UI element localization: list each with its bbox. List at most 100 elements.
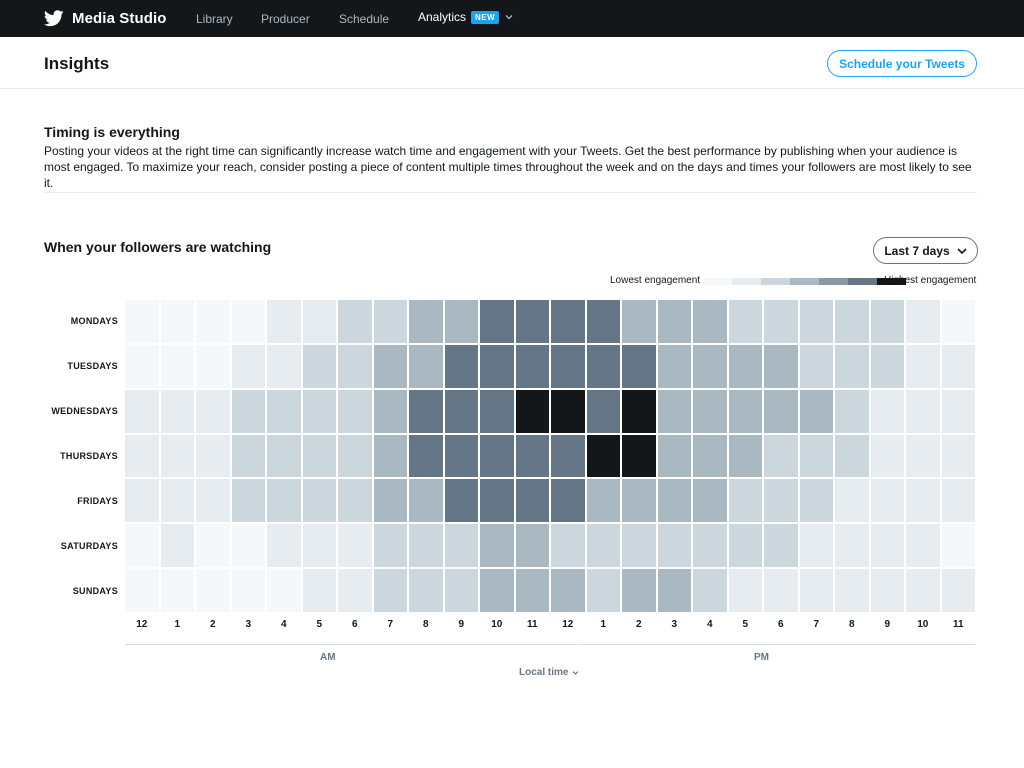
hour-label: 9: [458, 619, 465, 630]
heatmap-cell: [196, 569, 230, 612]
heatmap-cell: [622, 300, 656, 343]
heatmap-cell: [125, 389, 159, 433]
heatmap-cell: [693, 389, 727, 433]
heatmap-cell: [728, 479, 762, 523]
heatmap-cell: [906, 434, 940, 478]
heatmap-cell: [835, 569, 869, 612]
heatmap-cell: [480, 389, 514, 433]
heatmap-cell: [799, 569, 833, 612]
heatmap-cell: [267, 300, 301, 343]
heatmap-cell: [373, 389, 407, 433]
heatmap-cell: [870, 479, 904, 523]
heatmap-cell: [941, 479, 975, 523]
heatmap-cell: [799, 300, 833, 343]
hour-label: 5: [742, 619, 749, 630]
heatmap-cell: [480, 569, 514, 612]
heatmap-cell: [586, 524, 620, 568]
heatmap-cell: [693, 344, 727, 388]
heatmap-cell: [302, 344, 336, 388]
heatmap-cell: [728, 344, 762, 388]
heatmap-cell: [196, 389, 230, 433]
heatmap-cell: [160, 389, 194, 433]
hour-label: 7: [387, 619, 394, 630]
heatmap-cell: [693, 434, 727, 478]
heatmap-cell: [693, 524, 727, 568]
heatmap-cell: [267, 524, 301, 568]
heatmap-cell: [906, 389, 940, 433]
hour-label: 12: [136, 619, 148, 630]
section-title: When your followers are watching: [44, 239, 272, 255]
heatmap-cell: [444, 344, 478, 388]
heatmap-cell: [515, 300, 549, 343]
heatmap-cell: [125, 524, 159, 568]
heatmap-cell: [373, 569, 407, 612]
heatmap-cell: [409, 300, 443, 343]
heatmap-cell: [657, 300, 691, 343]
legend-swatch: [819, 278, 848, 285]
heatmap-cell: [799, 524, 833, 568]
heatmap-cell: [160, 434, 194, 478]
nav-library[interactable]: Library: [196, 12, 233, 26]
hour-label: 12: [562, 619, 574, 630]
heatmap-cell: [444, 479, 478, 523]
heatmap-cell: [267, 569, 301, 612]
heatmap-cell: [480, 344, 514, 388]
divider: [44, 192, 977, 193]
heatmap-cell: [586, 344, 620, 388]
heatmap-cell: [409, 344, 443, 388]
hour-label: 11: [952, 619, 964, 630]
nav-schedule[interactable]: Schedule: [339, 12, 389, 26]
heatmap-cell: [941, 344, 975, 388]
heatmap-cell: [338, 300, 372, 343]
heatmap-cell: [231, 524, 265, 568]
heatmap-cell: [906, 479, 940, 523]
pm-period-line: [579, 644, 975, 645]
hour-label: 5: [316, 619, 323, 630]
brand[interactable]: Media Studio: [44, 8, 167, 28]
heatmap-cell: [764, 479, 798, 523]
heatmap-cell: [373, 479, 407, 523]
nav-analytics[interactable]: Analytics NEW: [418, 10, 513, 24]
hour-label: 11: [526, 619, 538, 630]
heatmap-cell: [906, 344, 940, 388]
heatmap-cell: [196, 524, 230, 568]
hour-label: 1: [600, 619, 607, 630]
heatmap-cell: [515, 434, 549, 478]
heatmap-cell: [409, 389, 443, 433]
heatmap-cell: [941, 434, 975, 478]
heatmap-cell: [551, 344, 585, 388]
heatmap-cell: [480, 524, 514, 568]
date-range-dropdown[interactable]: Last 7 days: [873, 237, 978, 264]
heatmap-cell: [409, 434, 443, 478]
heatmap-cell: [480, 300, 514, 343]
heatmap-cell: [622, 479, 656, 523]
new-badge: NEW: [471, 10, 500, 24]
heatmap-cell: [160, 524, 194, 568]
heatmap-cell: [870, 344, 904, 388]
schedule-tweets-button[interactable]: Schedule your Tweets: [827, 50, 977, 77]
heatmap-cell: [764, 389, 798, 433]
intro-title: Timing is everything: [44, 124, 180, 140]
heatmap-cell: [870, 524, 904, 568]
local-time-dropdown[interactable]: Local time: [519, 667, 579, 678]
date-range-value: Last 7 days: [884, 243, 950, 258]
heatmap-cell: [657, 344, 691, 388]
hour-label: 2: [635, 619, 642, 630]
legend-swatch: [761, 278, 790, 285]
heatmap-cell: [728, 569, 762, 612]
legend-swatch: [732, 278, 761, 285]
heatmap-cell: [231, 300, 265, 343]
heatmap-cell: [373, 344, 407, 388]
twitter-bird-icon: [44, 9, 64, 26]
engagement-heatmap: [125, 300, 975, 612]
heatmap-cell: [835, 524, 869, 568]
heatmap-cell: [267, 344, 301, 388]
heatmap-cell: [835, 479, 869, 523]
heatmap-cell: [586, 434, 620, 478]
nav-producer[interactable]: Producer: [261, 12, 310, 26]
day-label: THURSDAYS: [60, 450, 118, 461]
heatmap-cell: [196, 434, 230, 478]
heatmap-cell: [444, 389, 478, 433]
day-label: FRIDAYS: [77, 495, 118, 506]
heatmap-cell: [231, 344, 265, 388]
